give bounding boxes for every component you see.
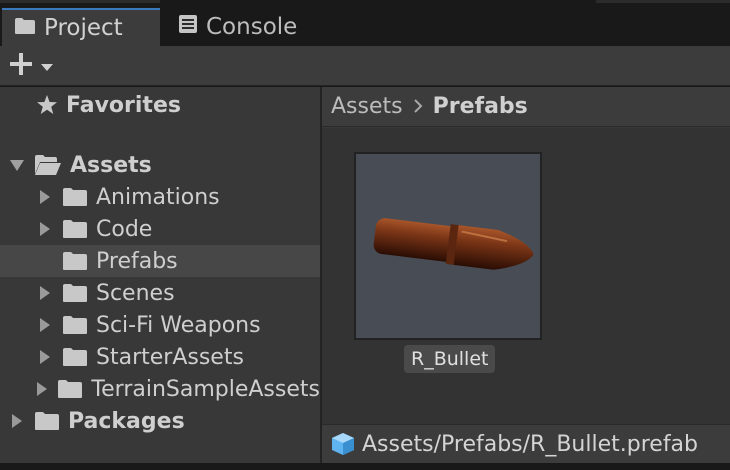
tree-label-animations: Animations (96, 184, 220, 210)
expand-arrow-right-icon[interactable] (33, 381, 50, 397)
folder-icon (62, 251, 88, 271)
tab-strip-line (0, 0, 160, 3)
tree-label-favorites: Favorites (66, 92, 181, 118)
asset-browser-pane: Assets Prefabs R_Bullet Assets/Prefabs/R… (322, 87, 730, 463)
tree-label-prefabs: Prefabs (96, 248, 178, 274)
tab-strip-line-right (596, 0, 730, 3)
expand-arrow-down-icon[interactable] (8, 158, 26, 172)
console-icon (178, 14, 198, 40)
folder-icon (62, 315, 88, 335)
tree-item-sci-fi-weapons[interactable]: Sci-Fi Weapons (0, 309, 320, 341)
folder-icon (14, 15, 36, 41)
expand-arrow-right-icon[interactable] (36, 221, 54, 237)
expand-arrow-right-icon[interactable] (8, 413, 26, 429)
tab-project[interactable]: Project (2, 8, 160, 46)
tree-item-favorites[interactable]: Favorites (0, 89, 320, 121)
folder-open-icon (34, 154, 62, 176)
tab-console-label: Console (206, 14, 298, 40)
tree-label-assets: Assets (70, 152, 152, 178)
dropdown-arrow-icon (40, 57, 54, 76)
project-toolbar (0, 46, 730, 86)
window-tab-bar: Project Console (0, 0, 730, 46)
tree-item-starterassets[interactable]: StarterAssets (0, 341, 320, 373)
create-asset-button[interactable] (8, 51, 64, 81)
folder-icon (57, 379, 83, 399)
tree-label-terrainsampleassets: TerrainSampleAssets (91, 376, 320, 402)
folder-icon (62, 187, 88, 207)
star-icon (36, 94, 58, 116)
tree-item-packages[interactable]: Packages (0, 405, 320, 437)
folder-icon (62, 219, 88, 239)
folder-icon (62, 347, 88, 367)
tree-label-code: Code (96, 216, 153, 242)
asset-grid: R_Bullet (322, 128, 730, 424)
tree-label-starterassets: StarterAssets (96, 344, 244, 370)
tab-console[interactable]: Console (166, 8, 326, 46)
project-folder-tree: Favorites Assets Animations Code Prefabs (0, 87, 320, 463)
tree-item-code[interactable]: Code (0, 213, 320, 245)
tree-item-animations[interactable]: Animations (0, 181, 320, 213)
tree-label-sci-fi-weapons: Sci-Fi Weapons (96, 312, 261, 338)
bottom-border (0, 463, 730, 470)
expand-arrow-right-icon[interactable] (36, 285, 54, 301)
breadcrumb-prefabs[interactable]: Prefabs (433, 94, 528, 119)
tree-item-terrainsampleassets[interactable]: TerrainSampleAssets (0, 373, 320, 405)
expand-arrow-right-icon[interactable] (36, 317, 54, 333)
expand-arrow-right-icon[interactable] (36, 349, 54, 365)
folder-icon (34, 411, 60, 431)
tree-item-prefabs[interactable]: Prefabs (0, 245, 320, 277)
bullet-preview-icon (373, 218, 534, 270)
plus-icon (8, 51, 34, 81)
asset-name-label[interactable]: R_Bullet (404, 345, 496, 373)
chevron-right-icon (413, 95, 423, 119)
folder-icon (62, 283, 88, 303)
breadcrumb: Assets Prefabs (322, 87, 730, 127)
tree-label-scenes: Scenes (96, 280, 175, 306)
tab-project-label: Project (44, 15, 123, 41)
tree-item-assets[interactable]: Assets (0, 149, 320, 181)
expand-arrow-right-icon[interactable] (36, 189, 54, 205)
selected-asset-path: Assets/Prefabs/R_Bullet.prefab (362, 431, 699, 457)
prefab-cube-icon (330, 431, 356, 457)
asset-thumbnail-r-bullet[interactable] (354, 152, 542, 340)
breadcrumb-assets[interactable]: Assets (331, 94, 403, 119)
selected-asset-path-bar: Assets/Prefabs/R_Bullet.prefab (322, 424, 730, 463)
tree-item-scenes[interactable]: Scenes (0, 277, 320, 309)
tree-label-packages: Packages (68, 408, 185, 434)
